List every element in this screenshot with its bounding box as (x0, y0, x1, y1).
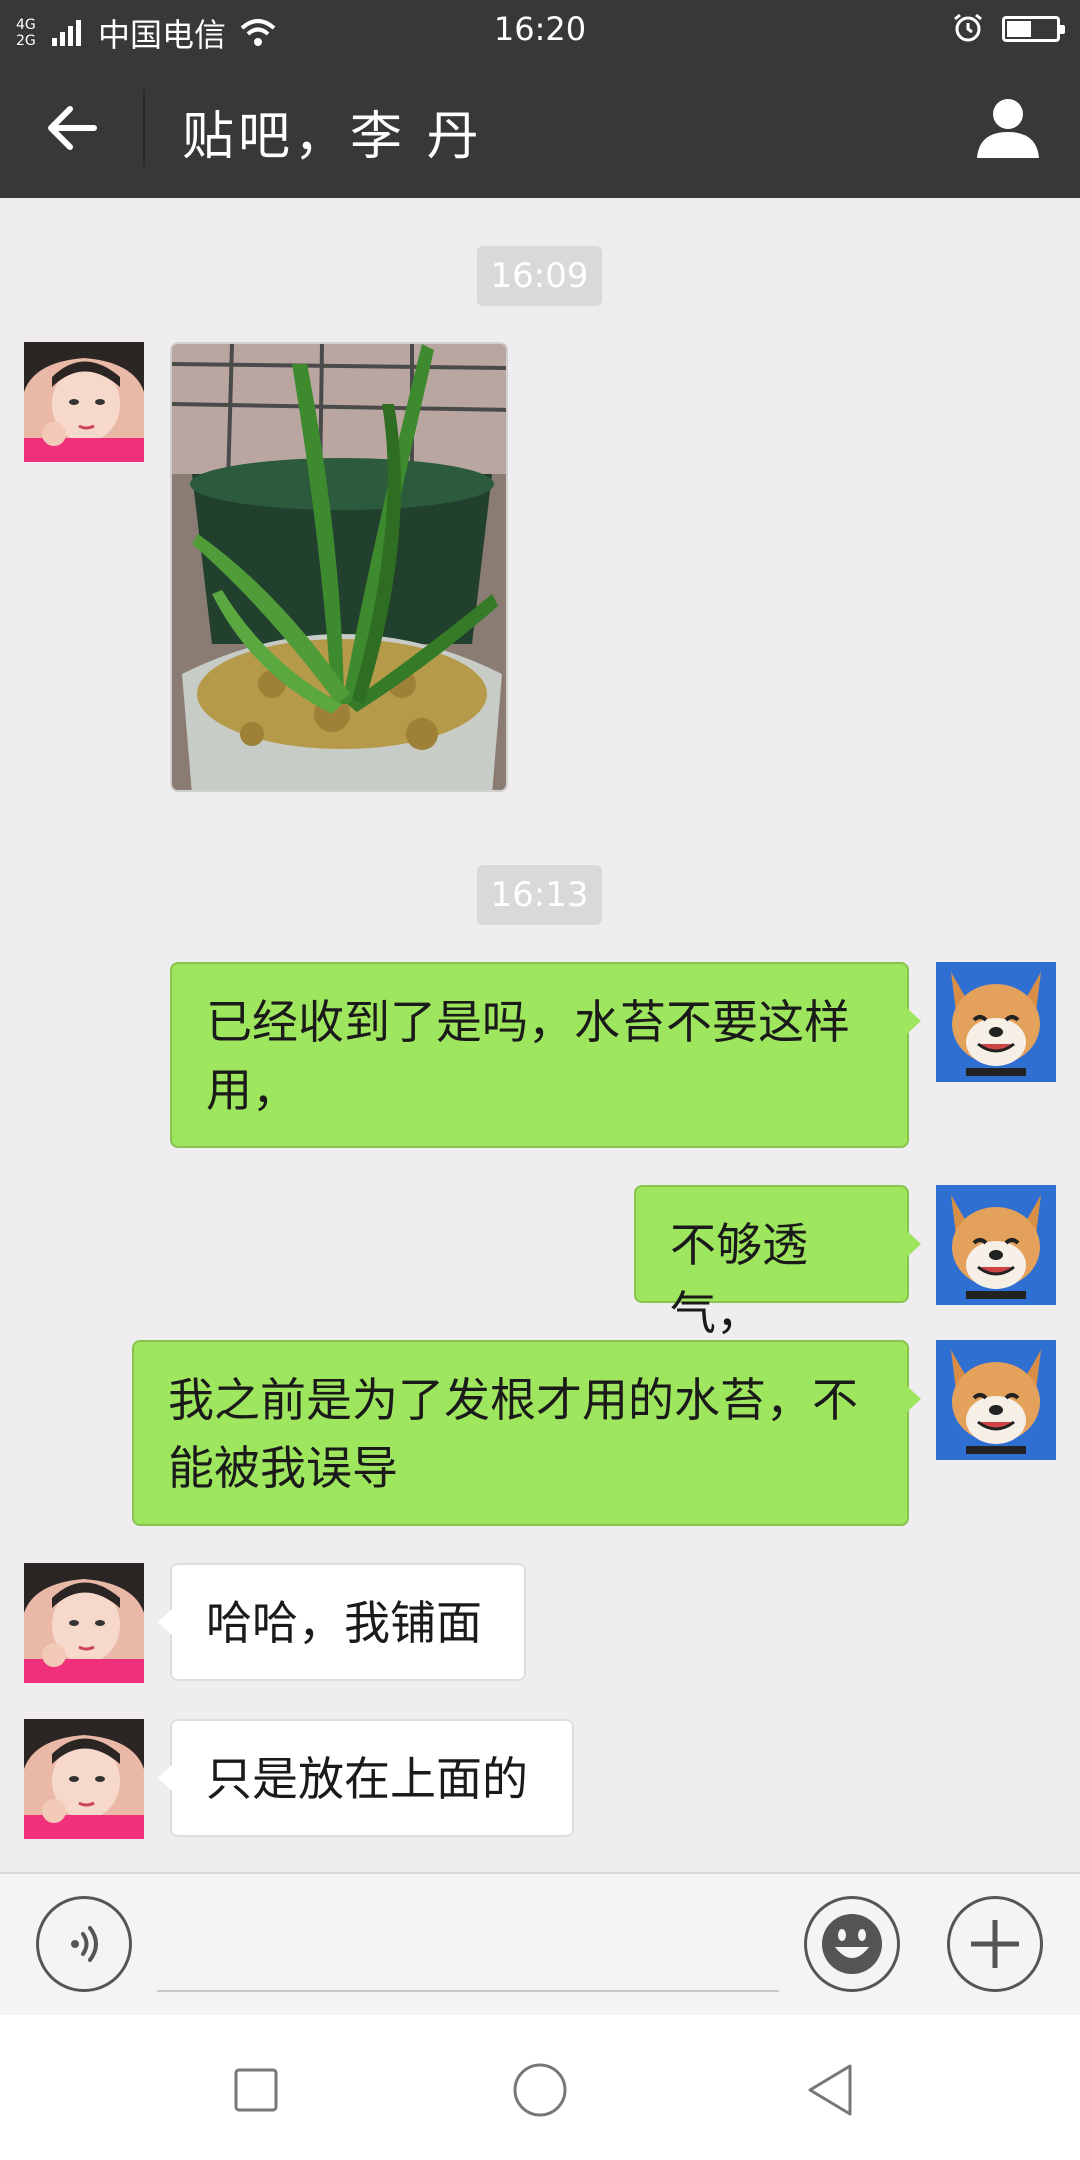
home-button[interactable] (505, 2055, 575, 2125)
nav-back-button[interactable] (795, 2055, 865, 2125)
person-icon (977, 99, 1039, 158)
message-input[interactable] (157, 1904, 779, 1992)
plus-icon (971, 1920, 1019, 1968)
input-bar (0, 1872, 1080, 2015)
message-text: 不够透气， (670, 1218, 808, 1340)
triangle-back-icon (808, 2064, 852, 2116)
message-bubble-outgoing[interactable]: 已经收到了是吗，水苔不要这样用， (170, 962, 921, 1148)
message-text: 已经收到了是吗，水苔不要这样用， (206, 995, 850, 1117)
profile-button[interactable] (970, 88, 1046, 168)
my-avatar[interactable] (936, 962, 1056, 1082)
square-icon (234, 2068, 278, 2112)
chat-header: 贴吧，李 丹 (0, 58, 1080, 198)
my-avatar[interactable] (936, 1185, 1056, 1305)
emoji-button[interactable] (804, 1896, 900, 1992)
timestamp: 16:09 (477, 246, 602, 306)
message-text: 我之前是为了发根才用的水苔，不能被我误导 (168, 1373, 858, 1495)
message-bubble-incoming[interactable]: 只是放在上面的 (158, 1719, 574, 1837)
emoji-icon (822, 1914, 882, 1974)
circle-icon (513, 2063, 567, 2117)
message-bubble-outgoing[interactable]: 不够透气， (634, 1185, 921, 1340)
system-nav-bar (0, 2015, 1080, 2160)
message-text: 只是放在上面的 (206, 1752, 528, 1806)
recents-button[interactable] (221, 2055, 291, 2125)
chat-title: 贴吧，李 丹 (182, 107, 483, 167)
message-bubble-outgoing[interactable]: 我之前是为了发根才用的水苔，不能被我误导 (132, 1340, 921, 1526)
status-time: 16:20 (493, 10, 587, 48)
back-button[interactable] (30, 88, 114, 168)
contact-avatar[interactable] (24, 1719, 144, 1839)
arrow-left-icon (48, 106, 97, 150)
message-text: 哈哈，我铺面 (206, 1596, 482, 1650)
my-avatar[interactable] (936, 1340, 1056, 1460)
contact-avatar[interactable] (24, 342, 144, 462)
voice-button[interactable] (36, 1896, 132, 1992)
battery-icon (1002, 16, 1065, 42)
chat-area[interactable]: 16:09 16:13 已经收到了是吗，水苔不要这样用， 不够透气， 我之前是为… (0, 198, 1080, 1872)
alarm-icon (954, 13, 982, 42)
more-button[interactable] (947, 1896, 1043, 1992)
top-bar: 4G 2G 中国电信 16:20 贴吧，李 丹 (0, 0, 1080, 198)
header-divider (143, 90, 145, 166)
voice-icon (71, 1926, 98, 1962)
timestamp: 16:13 (477, 865, 602, 925)
message-bubble-incoming[interactable]: 哈哈，我铺面 (158, 1563, 526, 1681)
status-bar: 4G 2G 中国电信 16:20 (0, 0, 1080, 58)
contact-avatar[interactable] (24, 1563, 144, 1683)
message-image[interactable] (170, 342, 508, 792)
